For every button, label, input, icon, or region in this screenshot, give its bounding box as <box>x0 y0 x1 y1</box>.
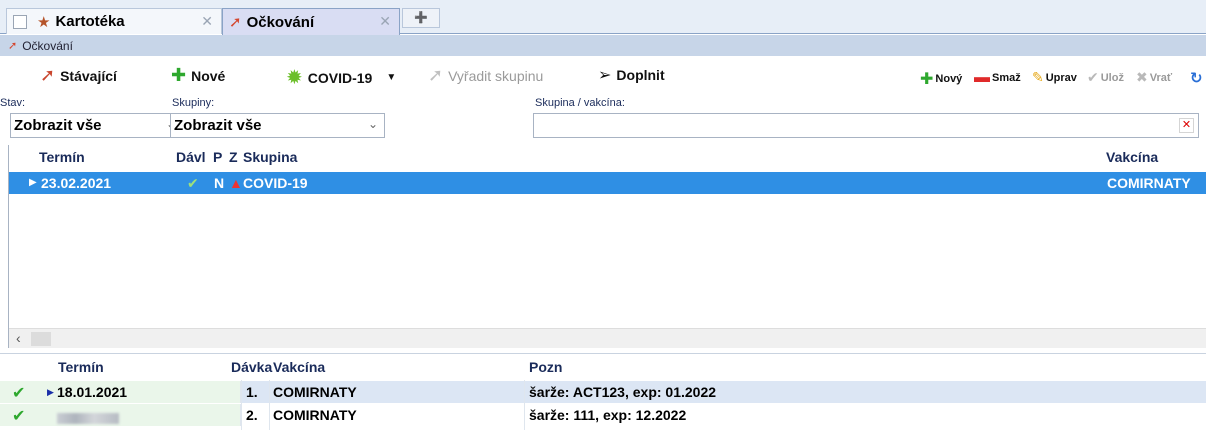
syringe-icon: ➚ <box>229 14 242 31</box>
cell-vakcina: COMIRNATY <box>273 407 357 423</box>
doses-grid: Termín Dávka Vakcína Pozn ✔ ▶ 18.01.2021… <box>0 353 1206 430</box>
cell-p: N <box>214 175 225 191</box>
column-header-pozn[interactable]: Pozn <box>529 359 562 375</box>
row-pointer-icon: ▶ <box>47 387 54 397</box>
cell-davka: 2. <box>246 407 258 423</box>
cell-vakcina: COMIRNATY <box>273 384 357 400</box>
tab-strip: ★ Kartotéka ✕ ➚ Očkování ✕ ➕ <box>0 0 1206 35</box>
syringe-icon: ➚ <box>40 65 56 85</box>
clear-icon[interactable]: ✕ <box>1179 118 1194 133</box>
scroll-left-icon[interactable]: ‹ <box>16 330 21 346</box>
tab-kartoteka[interactable]: ★ Kartotéka ✕ <box>6 8 222 34</box>
search-label: Skupina / vakcína: <box>535 97 625 109</box>
cell-vakcina: COMIRNATY <box>1107 175 1191 191</box>
table-row[interactable]: ✔ ▶ 18.01.2021 1. COMIRNATY šarže: ACT12… <box>0 381 1206 403</box>
column-header-davka[interactable]: Dávka <box>231 359 272 375</box>
small-edit-button[interactable]: ✎ Uprav <box>1032 69 1077 86</box>
row-pointer-icon: ▶ <box>29 177 37 188</box>
pencil-icon: ✎ <box>1032 69 1044 85</box>
check-icon: ✔ <box>187 175 199 191</box>
cell-pozn: šarže: 111, exp: 12.2022 <box>529 407 687 423</box>
fill-label: Doplnit <box>616 67 665 83</box>
small-revert-button[interactable]: ✖ Vrať <box>1136 69 1172 86</box>
check-icon: ✔ <box>12 385 26 402</box>
small-new-label: Nový <box>935 73 963 85</box>
column-divider <box>524 380 525 430</box>
check-icon: ✔ <box>12 408 26 425</box>
search-input[interactable]: ✕ <box>533 113 1199 138</box>
close-icon[interactable]: ✕ <box>379 13 391 30</box>
warning-icon: ▲ <box>229 175 243 191</box>
column-header-p[interactable]: P <box>213 149 222 165</box>
small-edit-label: Uprav <box>1045 71 1077 84</box>
cell-termin: 18.01.2021 <box>57 384 128 400</box>
check-icon: ✔ <box>1087 69 1099 85</box>
column-header-vakcina[interactable]: Vakcína <box>1106 149 1158 165</box>
tab-label: Kartotéka <box>55 13 125 30</box>
new-label: Nové <box>191 67 226 84</box>
section-title-bar: ➚ Očkování <box>0 35 1206 56</box>
column-header-termin[interactable]: Termín <box>58 359 104 375</box>
chevron-down-icon: ▼ <box>386 72 397 83</box>
existing-button[interactable]: ➚ Stávající <box>40 65 117 86</box>
stav-label: Stav: <box>0 97 26 109</box>
plus-icon: ✚ <box>920 71 934 88</box>
bird-icon: ➢ <box>598 67 612 84</box>
table-row[interactable]: ▶ 23.02.2021 ✔ N ▲ COVID-19 COMIRNATY <box>9 172 1206 194</box>
virus-icon: ✹ <box>286 67 303 89</box>
horizontal-scrollbar[interactable]: ‹ <box>9 328 1206 348</box>
column-header-termin[interactable]: Termín <box>39 149 85 165</box>
existing-label: Stávající <box>60 67 117 84</box>
fill-button[interactable]: ➢ Doplnit <box>598 65 665 85</box>
vaccination-groups-grid: Termín Dávl P Z Skupina Vakcína ▶ 23.02.… <box>8 145 1206 348</box>
redacted-date <box>57 413 119 424</box>
skupiny-value: Zobrazit vše <box>174 117 262 134</box>
cell-skupina: COVID-19 <box>243 175 308 191</box>
small-new-button[interactable]: ✚ Nový <box>920 69 962 89</box>
column-header-davka[interactable]: Dávl <box>176 149 206 165</box>
x-icon: ✖ <box>1136 69 1148 85</box>
table-row[interactable]: ✔ 2. COMIRNATY šarže: 111, exp: 12.2022 <box>0 404 1206 426</box>
stav-select[interactable]: Zobrazit vše ⌄ <box>10 113 183 138</box>
people-icon: ★ <box>37 13 51 31</box>
grid-header: Termín Dávl P Z Skupina Vakcína <box>9 145 1206 171</box>
covid-label: COVID-19 <box>307 69 373 86</box>
small-save-button[interactable]: ✔ Ulož <box>1087 69 1124 86</box>
cell-davka: 1. <box>246 384 258 400</box>
cell-pozn: šarže: ACT123, exp: 01.2022 <box>529 384 717 400</box>
remove-group-button[interactable]: ➚ Vyřadit skupinu <box>428 65 543 86</box>
grid-header: Termín Dávka Vakcína Pozn <box>0 354 1206 380</box>
add-syringe-icon: ✚ <box>171 65 187 85</box>
syringe-icon: ➚ <box>428 65 444 85</box>
column-header-z[interactable]: Z <box>229 149 238 165</box>
small-delete-button[interactable]: ▬ Smaž <box>974 69 1021 87</box>
small-revert-label: Vrať <box>1149 71 1173 84</box>
toolbar: ➚ Stávající ✚ Nové ✹ COVID-19 ▼ ➚ Vyřadi… <box>0 57 1206 95</box>
small-delete-label: Smaž <box>992 72 1021 84</box>
column-divider <box>241 380 242 430</box>
minus-icon: ▬ <box>974 69 990 86</box>
remove-group-label: Vyřadit skupinu <box>448 67 544 84</box>
syringe-icon: ➚ <box>8 40 18 52</box>
skupiny-select[interactable]: Zobrazit vše ⌄ <box>170 113 385 138</box>
covid-dropdown-button[interactable]: ✹ COVID-19 ▼ <box>286 65 396 90</box>
column-header-skupina[interactable]: Skupina <box>243 149 297 165</box>
new-vaccination-button[interactable]: ✚ Nové <box>171 65 225 86</box>
chevron-down-icon: ⌄ <box>367 117 378 131</box>
tab-ockovani[interactable]: ➚ Očkování ✕ <box>222 8 400 35</box>
section-title: Očkování <box>22 38 73 53</box>
close-icon[interactable]: ✕ <box>201 13 213 30</box>
refresh-button[interactable]: ↻ <box>1190 69 1203 87</box>
skupiny-label: Skupiny: <box>172 97 215 109</box>
refresh-icon: ↻ <box>1190 70 1203 87</box>
tab-label: Očkování <box>246 13 315 31</box>
small-save-label: Ulož <box>1100 71 1124 84</box>
column-divider <box>269 380 270 430</box>
column-header-vakcina[interactable]: Vakcína <box>273 359 325 375</box>
cell-termin: 23.02.2021 <box>41 175 112 191</box>
new-tab-button[interactable]: ➕ <box>402 8 440 28</box>
scroll-thumb[interactable] <box>31 332 51 346</box>
stav-value: Zobrazit vše <box>14 117 102 134</box>
document-icon <box>13 14 27 29</box>
